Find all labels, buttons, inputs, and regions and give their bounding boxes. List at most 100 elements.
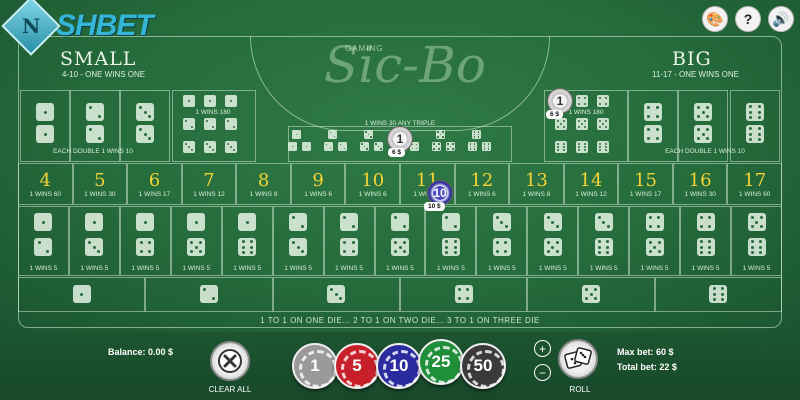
roll-button[interactable] bbox=[558, 339, 598, 379]
die-face-6 bbox=[482, 142, 491, 151]
die-pip bbox=[227, 120, 230, 123]
help-icon[interactable]: ? bbox=[735, 6, 761, 32]
die-pip bbox=[557, 126, 559, 128]
die-pip bbox=[546, 241, 550, 244]
die-face-2 bbox=[391, 213, 409, 231]
die-pip bbox=[343, 241, 347, 245]
die-face-2 bbox=[204, 118, 216, 130]
die-pip bbox=[199, 250, 203, 253]
die-face-6 bbox=[238, 238, 257, 256]
decrease-bet-button[interactable]: − bbox=[534, 364, 551, 381]
die-pip bbox=[445, 250, 449, 254]
die-face-3 bbox=[492, 213, 511, 231]
die-pip bbox=[403, 250, 406, 253]
clear-all-button[interactable] bbox=[210, 341, 250, 381]
total-odds: 1 WINS 6 bbox=[467, 191, 496, 198]
die-pip bbox=[439, 133, 442, 136]
big-subtitle: 11-17 - ONE WINS ONE bbox=[652, 70, 739, 79]
die-pip bbox=[241, 240, 245, 244]
die-pip bbox=[292, 216, 296, 220]
die-pip bbox=[655, 128, 659, 132]
chip-1[interactable]: 1 bbox=[292, 343, 338, 389]
die-face-4 bbox=[644, 125, 662, 143]
chip-25[interactable]: 25 bbox=[418, 339, 464, 385]
die-face-6 bbox=[709, 285, 728, 303]
die-pip bbox=[139, 249, 143, 253]
total-number: 7 bbox=[203, 170, 215, 191]
die-pip bbox=[699, 240, 703, 244]
total-bet-13[interactable]: 13 1 WINS 8 bbox=[509, 163, 564, 205]
total-bet-8[interactable]: 81 WINS 8 bbox=[236, 163, 291, 205]
total-bet-16[interactable]: 16 1 WINS 30 bbox=[672, 163, 728, 205]
logo-text: SHBET bbox=[56, 9, 154, 42]
die-pip bbox=[578, 102, 581, 105]
die-pip bbox=[363, 145, 366, 148]
sound-icon[interactable]: 🔊 bbox=[768, 6, 794, 32]
total-bet-12[interactable]: 12 1 WINS 6 bbox=[454, 163, 510, 205]
chip-5[interactable]: 5 bbox=[334, 343, 380, 389]
die-pip bbox=[483, 148, 486, 150]
chip-50[interactable]: 50 bbox=[460, 343, 506, 389]
total-bet-4[interactable]: 41 WINS 60 bbox=[18, 163, 73, 205]
total-bet-17[interactable]: 17 1 WINS 60 bbox=[727, 163, 782, 205]
die-pip bbox=[578, 120, 580, 122]
combo-odds: 1 WINS 5 bbox=[29, 265, 58, 272]
die-pip bbox=[437, 147, 440, 150]
die-pip bbox=[701, 110, 705, 114]
die-pip bbox=[749, 137, 753, 141]
die-pip bbox=[557, 146, 560, 148]
total-number: 9 bbox=[312, 170, 324, 191]
die-pip bbox=[599, 126, 601, 128]
total-bet-9[interactable]: 91 WINS 6 bbox=[290, 163, 346, 205]
total-odds: 1 WINS 30 bbox=[84, 191, 116, 198]
total-odds: 1 WINS 60 bbox=[738, 191, 771, 198]
die-pip bbox=[445, 245, 449, 249]
die-pip bbox=[757, 110, 761, 114]
total-bet-6[interactable]: 61 WINS 17 bbox=[127, 163, 182, 205]
die-pip bbox=[750, 240, 754, 244]
die-pip bbox=[551, 245, 555, 249]
die-face-3 bbox=[85, 238, 104, 256]
small-title[interactable]: SMALL bbox=[60, 48, 136, 70]
die-pip bbox=[583, 146, 586, 148]
chip-10[interactable]: 10 bbox=[376, 343, 422, 389]
total-bet-15[interactable]: 15 1 WINS 17 bbox=[618, 163, 673, 205]
total-bet-14[interactable]: 14 1 WINS 12 bbox=[563, 163, 619, 205]
die-face-6 bbox=[597, 141, 609, 153]
die-pip bbox=[199, 241, 203, 244]
die-pip bbox=[495, 216, 499, 219]
die-pip bbox=[394, 216, 398, 220]
palette-icon[interactable]: 🎨 bbox=[702, 6, 728, 32]
die-pip bbox=[458, 296, 462, 300]
die-face-6 bbox=[441, 238, 460, 256]
total-bet-10[interactable]: 10 1 WINS 6 bbox=[345, 163, 400, 205]
max-bet-display: Max bet: 60 $ bbox=[617, 347, 674, 357]
die-pip bbox=[37, 241, 41, 245]
die-pip bbox=[557, 142, 560, 145]
die-pip bbox=[249, 240, 253, 244]
die-face-3 bbox=[374, 142, 383, 151]
total-bet-7[interactable]: 71 WINS 12 bbox=[181, 163, 237, 205]
big-title[interactable]: BIG bbox=[672, 48, 712, 70]
die-pip bbox=[604, 97, 607, 100]
total-number: 6 bbox=[148, 170, 161, 191]
die-pip bbox=[759, 240, 763, 244]
die-pip bbox=[496, 249, 500, 253]
die-pip bbox=[697, 106, 700, 109]
increase-bet-button[interactable]: + bbox=[534, 340, 551, 357]
die-pip bbox=[750, 250, 754, 254]
die-pip bbox=[712, 292, 716, 296]
die-pip bbox=[194, 245, 198, 249]
die-pip bbox=[720, 297, 724, 301]
die-face-3 bbox=[204, 141, 216, 153]
die-pip bbox=[139, 241, 143, 245]
die-pip bbox=[188, 100, 190, 102]
die-pip bbox=[449, 145, 452, 148]
placed-chip-tag: 10 $ bbox=[424, 202, 445, 211]
die-pip bbox=[749, 110, 753, 114]
die-pip bbox=[230, 100, 232, 102]
total-bet-5[interactable]: 51 WINS 30 bbox=[72, 163, 128, 205]
die-pip bbox=[599, 97, 602, 100]
die-pip bbox=[92, 245, 96, 249]
die-pip bbox=[602, 220, 606, 224]
